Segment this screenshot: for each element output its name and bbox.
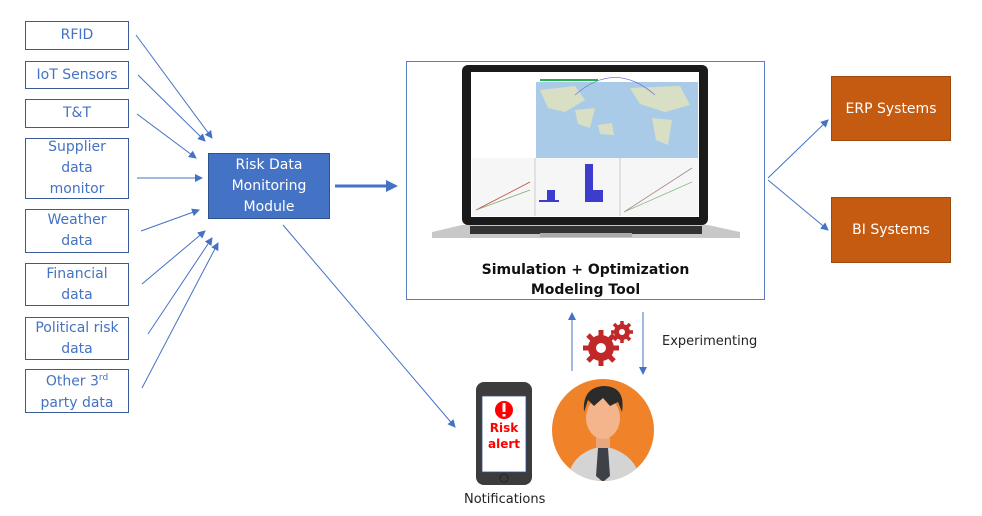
output-label: BI Systems <box>852 222 930 238</box>
arrow-rfid <box>135 34 213 139</box>
source-iot-sensors: IoT Sensors <box>25 61 129 89</box>
source-rfid: RFID <box>25 21 129 50</box>
source-label: Financial data <box>46 265 108 303</box>
output-label: ERP Systems <box>845 100 937 117</box>
erp-systems-box: ERP Systems <box>831 76 951 141</box>
simulation-optimization-tool: Simulation + Optimization Modeling Tool <box>406 61 765 300</box>
tool-label-line2: Modeling Tool <box>530 282 641 298</box>
tool-label: Simulation + Optimization Modeling Tool <box>407 260 764 300</box>
experimenting-label: Experimenting <box>662 334 758 349</box>
risk-alert-text: Risk alert <box>482 420 526 452</box>
alert-line2: alert <box>487 437 520 451</box>
arrow-bi <box>767 179 829 231</box>
module-label: Risk Data Monitoring Module <box>231 156 307 215</box>
source-label: Political risk data <box>35 319 119 357</box>
arrow-financial <box>141 230 206 285</box>
source-label: Other 3rd <box>26 368 128 393</box>
source-label: RFID <box>60 27 94 43</box>
superscript: rd <box>98 373 109 384</box>
source-label: Weather data <box>47 212 107 249</box>
notifications-label: Notifications <box>464 492 546 507</box>
risk-data-monitoring-module: Risk Data Monitoring Module <box>208 153 330 219</box>
arrow-other <box>141 242 219 389</box>
source-weather-data: Weather data <box>25 209 129 253</box>
arrow-tt <box>136 113 197 159</box>
gears-icon <box>583 321 633 366</box>
source-label: T&T <box>62 105 92 121</box>
source-financial-data: Financial data <box>25 263 129 306</box>
bi-systems-box: BI Systems <box>831 197 951 263</box>
source-label: Supplier data monitor <box>48 139 106 197</box>
arrow-erp <box>767 119 829 179</box>
alert-line1: Risk <box>489 421 519 435</box>
user-avatar <box>552 379 654 481</box>
tool-label-line1: Simulation + Optimization <box>481 262 690 278</box>
source-other-3rd-party-data: Other 3rd party data <box>25 369 129 413</box>
arrow-iot <box>137 74 206 142</box>
source-political-risk-data: Political risk data <box>25 317 129 360</box>
source-label-part1: Other 3 <box>45 373 99 390</box>
source-label: IoT Sensors <box>36 66 118 83</box>
diagram: RFID IoT Sensors T&T Supplier data monit… <box>0 0 982 516</box>
source-supplier-data-monitor: Supplier data monitor <box>25 138 129 199</box>
arrow-weather <box>140 208 200 232</box>
source-tt: T&T <box>25 99 129 128</box>
source-label-part2: party data <box>40 394 114 411</box>
